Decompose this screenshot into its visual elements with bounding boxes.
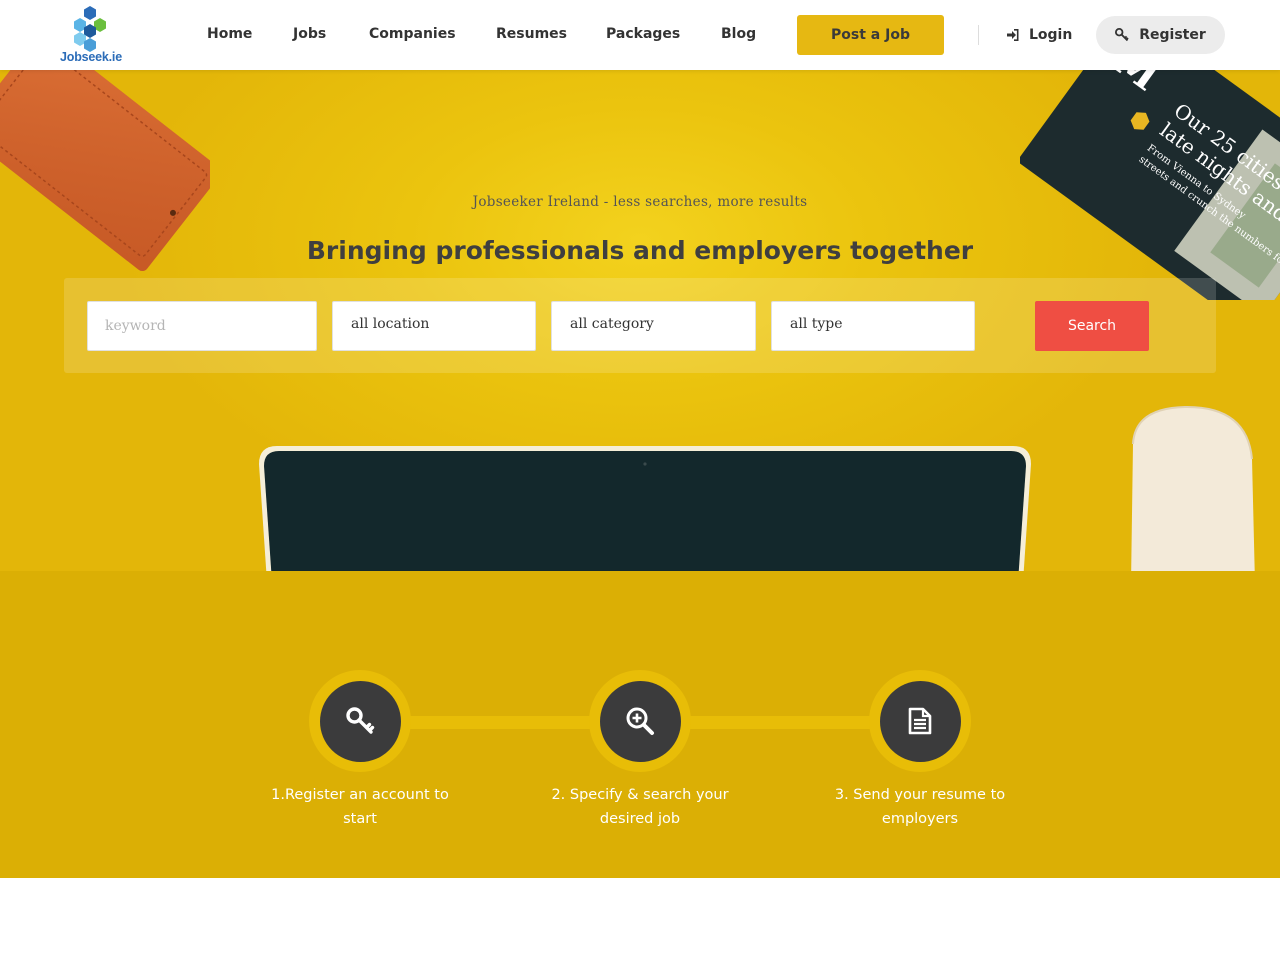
register-button[interactable]: Register xyxy=(1096,16,1225,54)
logo-text: Jobseek.ie xyxy=(60,50,122,64)
hero-headline: Bringing professionals and employers tog… xyxy=(306,236,974,265)
nav-resumes[interactable]: Resumes xyxy=(496,26,567,42)
mouse-image xyxy=(1131,405,1255,571)
nav-divider xyxy=(978,25,979,45)
nav-companies[interactable]: Companies xyxy=(369,26,456,42)
location-select-value: all location xyxy=(351,316,430,332)
nav-packages[interactable]: Packages xyxy=(606,26,680,42)
category-select[interactable]: all category xyxy=(551,301,756,351)
type-select[interactable]: all type xyxy=(771,301,975,351)
register-label: Register xyxy=(1139,27,1206,43)
step-1-label: 1.Register an account to start xyxy=(271,787,449,827)
step-1-icon-circle xyxy=(309,670,411,772)
hero-tagline: Jobseeker Ireland - less searches, more … xyxy=(472,194,808,210)
how-it-works-section: 1.Register an account to start 2. Specif… xyxy=(0,571,1280,878)
sign-in-icon xyxy=(1007,29,1019,41)
category-select-value: all category xyxy=(570,316,654,332)
search-plus-icon xyxy=(626,707,654,735)
site-header: Jobseek.ie Home Jobs Companies Resumes P… xyxy=(0,0,1280,70)
step-3-icon-circle xyxy=(869,670,971,772)
type-select-value: all type xyxy=(790,316,843,332)
job-search-form: all location all category all type Searc… xyxy=(64,278,1216,373)
nav-blog[interactable]: Blog xyxy=(721,26,756,42)
step-3-label: 3. Send your resume to employers xyxy=(834,787,1006,827)
nav-home[interactable]: Home xyxy=(207,26,252,42)
logo-hexagons-icon xyxy=(74,6,106,52)
document-icon xyxy=(908,707,932,735)
key-icon xyxy=(346,707,375,734)
search-button[interactable]: Search xyxy=(1035,301,1149,351)
magazine-image: M Our 25 cities for late nights and From… xyxy=(1020,70,1280,300)
key-icon xyxy=(1115,28,1129,42)
login-label: Login xyxy=(1029,27,1073,43)
site-logo[interactable]: Jobseek.ie xyxy=(56,4,126,66)
nav-jobs[interactable]: Jobs xyxy=(293,26,326,42)
login-link[interactable]: Login xyxy=(1006,24,1072,46)
hero-section: M Our 25 cities for late nights and From… xyxy=(0,70,1280,571)
laptop-image xyxy=(259,446,1031,571)
location-select[interactable]: all location xyxy=(332,301,536,351)
keyword-input[interactable] xyxy=(87,301,317,351)
post-a-job-button[interactable]: Post a Job xyxy=(797,15,944,55)
step-2-icon-circle xyxy=(589,670,691,772)
step-2-label: 2. Specify & search your desired job xyxy=(551,787,729,827)
